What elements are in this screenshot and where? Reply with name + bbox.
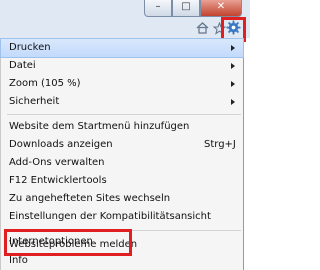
maximize-button[interactable]: □ — [172, 0, 200, 17]
close-button[interactable]: ✕ — [200, 0, 242, 17]
browser-titlebar: – □ ✕ — [0, 0, 250, 38]
menu-item-label: Drucken — [9, 42, 51, 53]
menu-item-zoom[interactable]: Zoom (105 %) — [1, 75, 243, 93]
menu-item-manage-addons[interactable]: Add-Ons verwalten — [1, 154, 243, 172]
menu-item-view-downloads[interactable]: Downloads anzeigen Strg+J — [1, 136, 243, 154]
menu-item-print[interactable]: Drucken — [0, 38, 244, 58]
home-icon[interactable] — [195, 21, 209, 35]
menu-item-label: Zoom (105 %) — [9, 78, 81, 89]
submenu-arrow-icon — [231, 63, 235, 69]
internet-options-highlight-frame — [4, 229, 132, 256]
menu-item-compatibility-view-settings[interactable]: Einstellungen der Kompatibilitätsansicht — [1, 208, 243, 226]
menu-item-f12-devtools[interactable]: F12 Entwicklertools — [1, 172, 243, 190]
menu-item-security[interactable]: Sicherheit — [1, 93, 243, 111]
menu-item-pinned-sites[interactable]: Zu angehefteten Sites wechseln — [1, 190, 243, 208]
menu-item-label: Add-Ons verwalten — [9, 157, 105, 168]
menu-item-shortcut: Strg+J — [204, 139, 236, 150]
menu-item-label: Datei — [9, 60, 36, 71]
submenu-arrow-icon — [231, 45, 235, 51]
minimize-button[interactable]: – — [144, 0, 172, 17]
window-controls: – □ ✕ — [144, 0, 242, 17]
submenu-arrow-icon — [231, 99, 235, 105]
gear-icon — [226, 20, 241, 39]
menu-item-label: Einstellungen der Kompatibilitätsansicht — [9, 211, 211, 222]
menu-item-label: Sicherheit — [9, 96, 60, 107]
menu-item-label: Zu angehefteten Sites wechseln — [9, 193, 171, 204]
menu-item-label: F12 Entwicklertools — [9, 175, 107, 186]
submenu-arrow-icon — [231, 81, 235, 87]
menu-item-label: Website dem Startmenü hinzufügen — [9, 121, 190, 132]
menu-item-file[interactable]: Datei — [1, 57, 243, 75]
menu-item-label: Downloads anzeigen — [9, 139, 113, 150]
menu-separator — [7, 114, 241, 115]
menu-item-add-to-start-menu[interactable]: Website dem Startmenü hinzufügen — [1, 118, 243, 136]
